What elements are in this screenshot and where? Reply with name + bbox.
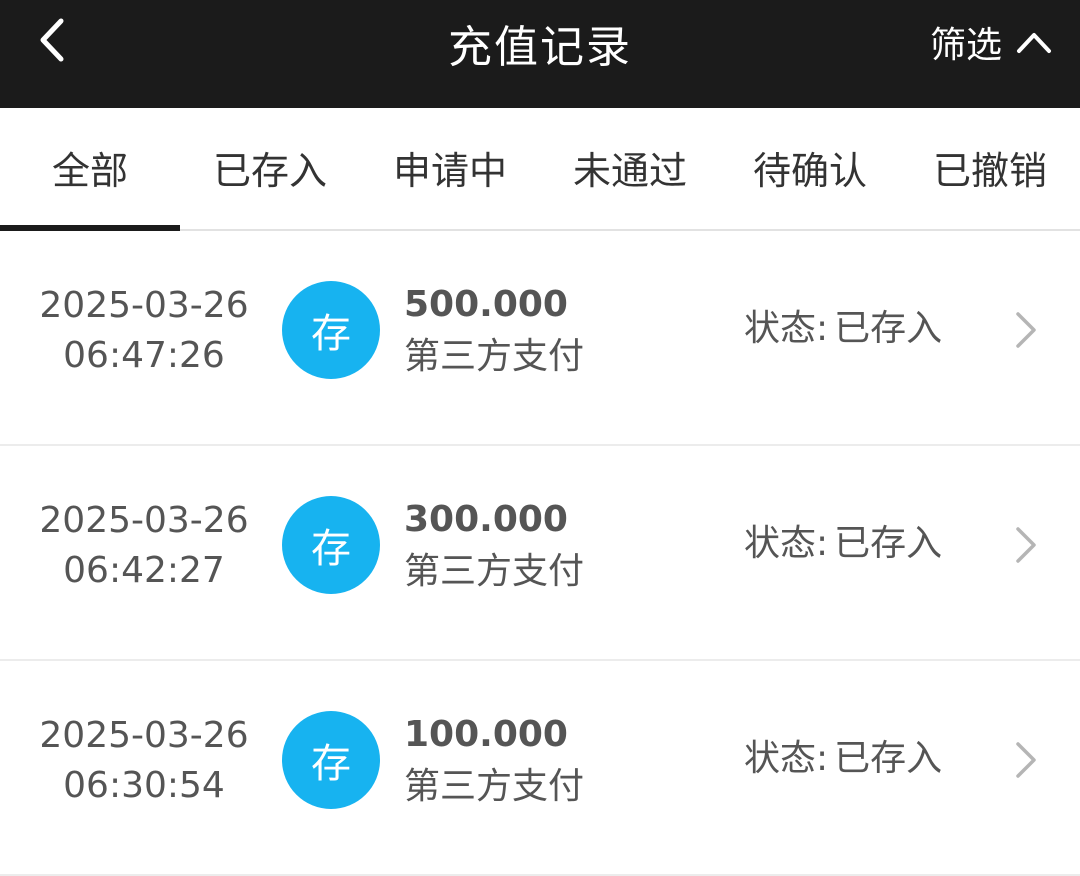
status-label: 状态: — [744, 523, 829, 564]
filter-label: 筛选 — [929, 25, 1002, 66]
deposit-badge: 存 — [282, 711, 380, 809]
record-status: 状态: 已存入 — [744, 303, 942, 355]
tab-applying[interactable]: 申请中 — [360, 108, 540, 229]
record-status: 状态: 已存入 — [744, 518, 942, 570]
chevron-right-icon — [1010, 524, 1042, 566]
record-date: 2025-03-26 — [39, 285, 249, 326]
status-label: 状态: — [744, 308, 829, 349]
chevron-up-icon — [1016, 30, 1052, 54]
record-datetime: 2025-03-26 06:30:54 — [30, 711, 258, 811]
tab-all[interactable]: 全部 — [0, 108, 180, 231]
page-title: 充值记录 — [448, 22, 632, 73]
tab-rejected[interactable]: 未通过 — [540, 108, 720, 229]
record-amount: 500.000 — [404, 284, 568, 325]
record-time: 06:42:27 — [63, 550, 225, 591]
tab-cancelled[interactable]: 已撤销 — [900, 108, 1080, 229]
status-value: 已存入 — [834, 738, 943, 779]
record-date: 2025-03-26 — [39, 715, 249, 756]
record-row[interactable]: 2025-03-26 06:30:54 存 100.000 第三方支付 状态: 已… — [0, 661, 1080, 876]
record-time: 06:47:26 — [63, 335, 225, 376]
record-amount: 300.000 — [404, 499, 568, 540]
status-value: 已存入 — [834, 308, 943, 349]
record-status: 状态: 已存入 — [744, 733, 942, 785]
status-value: 已存入 — [834, 523, 943, 564]
top-bar: 充值记录 筛选 — [0, 0, 1080, 108]
payment-method: 第三方支付 — [404, 551, 585, 592]
record-row[interactable]: 2025-03-26 06:42:27 存 300.000 第三方支付 状态: 已… — [0, 446, 1080, 661]
payment-method: 第三方支付 — [404, 766, 585, 807]
record-datetime: 2025-03-26 06:42:27 — [30, 496, 258, 596]
record-row[interactable]: 2025-03-26 06:47:26 存 500.000 第三方支付 状态: 已… — [0, 231, 1080, 446]
record-date: 2025-03-26 — [39, 500, 249, 541]
recharge-record-list: 2025-03-26 06:47:26 存 500.000 第三方支付 状态: 已… — [0, 231, 1080, 876]
chevron-right-icon — [1010, 309, 1042, 351]
payment-method: 第三方支付 — [404, 336, 585, 377]
deposit-badge: 存 — [282, 496, 380, 594]
tab-pending-confirmation[interactable]: 待确认 — [720, 108, 900, 229]
filter-button[interactable]: 筛选 — [930, 14, 1052, 70]
status-tabs: 全部 已存入 申请中 未通过 待确认 已撤销 — [0, 108, 1080, 231]
chevron-right-icon — [1010, 739, 1042, 781]
record-amount: 100.000 — [404, 714, 568, 755]
tab-deposited[interactable]: 已存入 — [180, 108, 360, 229]
record-time: 06:30:54 — [63, 765, 225, 806]
status-label: 状态: — [744, 738, 829, 779]
record-datetime: 2025-03-26 06:47:26 — [30, 281, 258, 381]
deposit-badge: 存 — [282, 281, 380, 379]
